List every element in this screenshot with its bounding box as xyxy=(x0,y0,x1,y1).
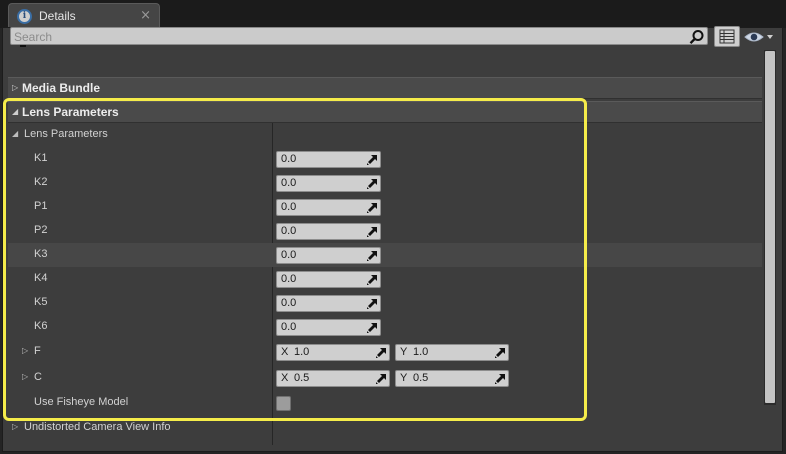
scrollbar[interactable] xyxy=(764,50,776,405)
category-label: Media Bundle xyxy=(22,81,101,95)
collapse-arrow-icon[interactable]: ◢ xyxy=(12,107,18,116)
drag-handle-icon[interactable] xyxy=(367,227,377,237)
drag-handle-icon[interactable] xyxy=(376,348,386,358)
field-value: 1.0 xyxy=(294,346,310,358)
property-row-p1: P1 0.0 xyxy=(8,195,762,219)
property-label: P2 xyxy=(34,224,48,236)
drag-handle-icon[interactable] xyxy=(367,155,377,165)
property-label: K1 xyxy=(34,152,48,164)
search-input[interactable] xyxy=(14,29,684,44)
eye-icon[interactable] xyxy=(744,29,778,45)
tab-bar: i Details × xyxy=(0,0,786,28)
numeric-field-p1[interactable]: 0.0 xyxy=(276,199,381,216)
collapse-arrow-icon[interactable]: ◢ xyxy=(12,129,18,138)
drag-handle-icon[interactable] xyxy=(367,299,377,309)
expand-arrow-icon[interactable]: ▷ xyxy=(12,83,18,92)
property-row-p2: P2 0.0 xyxy=(8,219,762,243)
field-value: 0.5 xyxy=(294,372,310,384)
property-label: F xyxy=(34,345,41,357)
field-value: 0.0 xyxy=(281,273,297,285)
property-label: Use Fisheye Model xyxy=(34,396,129,408)
vector-field-f-x[interactable]: X 1.0 xyxy=(276,344,390,361)
field-value: 0.0 xyxy=(281,249,297,261)
drag-handle-icon[interactable] xyxy=(495,374,505,384)
property-label: P1 xyxy=(34,200,48,212)
property-label: K4 xyxy=(34,272,48,284)
property-row-k1: K1 0.0 xyxy=(8,147,762,171)
property-row-k5: K5 0.0 xyxy=(8,291,762,315)
group-lens-parameters[interactable]: ◢ Lens Parameters xyxy=(8,123,762,147)
axis-label: Y xyxy=(400,346,408,358)
field-value: 0.0 xyxy=(281,201,297,213)
property-matrix-icon xyxy=(719,29,735,44)
search-box[interactable] xyxy=(10,27,708,45)
field-value: 0.0 xyxy=(281,225,297,237)
axis-label: X xyxy=(281,346,289,358)
tab-title: Details xyxy=(39,9,76,23)
group-label: Lens Parameters xyxy=(24,128,108,140)
axis-label: X xyxy=(281,372,289,384)
property-label: C xyxy=(34,371,42,383)
numeric-field-k4[interactable]: 0.0 xyxy=(276,271,381,288)
group-label: Undistorted Camera View Info xyxy=(24,421,171,433)
property-label: K6 xyxy=(34,320,48,332)
scrollbar-thumb[interactable] xyxy=(765,51,775,403)
field-value: 1.0 xyxy=(413,346,429,358)
drag-handle-icon[interactable] xyxy=(367,323,377,333)
category-lens-parameters[interactable]: ◢ Lens Parameters xyxy=(8,101,762,123)
numeric-field-k2[interactable]: 0.0 xyxy=(276,175,381,192)
property-row-f: ▷ F X 1.0 Y 1.0 xyxy=(8,340,762,364)
property-label: K3 xyxy=(34,248,48,260)
category-media-bundle[interactable]: ▷ Media Bundle xyxy=(8,77,762,99)
vector-field-c-x[interactable]: X 0.5 xyxy=(276,370,390,387)
category-label: Lens Parameters xyxy=(22,105,119,119)
property-matrix-button[interactable] xyxy=(714,26,740,47)
numeric-field-p2[interactable]: 0.0 xyxy=(276,223,381,240)
field-value: 0.0 xyxy=(281,177,297,189)
field-value: 0.0 xyxy=(281,321,297,333)
property-list: ◢ Lens Parameters K1 0.0 K2 0.0 P1 0.0 P… xyxy=(8,123,762,445)
property-row-c: ▷ C X 0.5 Y 0.5 xyxy=(8,366,762,390)
property-row-use-fisheye: Use Fisheye Model xyxy=(8,391,762,415)
numeric-field-k5[interactable]: 0.0 xyxy=(276,295,381,312)
drag-handle-icon[interactable] xyxy=(495,348,505,358)
info-icon: i xyxy=(17,9,32,24)
expand-arrow-icon[interactable]: ▷ xyxy=(12,422,18,431)
drag-handle-icon[interactable] xyxy=(367,203,377,213)
expand-arrow-icon[interactable]: ▷ xyxy=(22,346,28,355)
field-value: 0.0 xyxy=(281,297,297,309)
drag-handle-icon[interactable] xyxy=(367,179,377,189)
numeric-field-k1[interactable]: 0.0 xyxy=(276,151,381,168)
property-row-k3: K3 0.0 xyxy=(8,243,762,267)
vector-field-c-y[interactable]: Y 0.5 xyxy=(395,370,509,387)
field-value: 0.0 xyxy=(281,153,297,165)
field-value: 0.5 xyxy=(413,372,429,384)
drag-handle-icon[interactable] xyxy=(376,374,386,384)
search-icon[interactable] xyxy=(689,29,705,45)
vector-field-f-y[interactable]: Y 1.0 xyxy=(395,344,509,361)
expand-arrow-icon[interactable]: ▷ xyxy=(22,372,28,381)
property-label: K2 xyxy=(34,176,48,188)
group-undistorted-camera-view-info[interactable]: ▷ Undistorted Camera View Info xyxy=(8,416,762,440)
drag-handle-icon[interactable] xyxy=(367,251,377,261)
fisheye-checkbox[interactable] xyxy=(276,396,291,411)
property-label: K5 xyxy=(34,296,48,308)
axis-label: Y xyxy=(400,372,408,384)
property-row-k2: K2 0.0 xyxy=(8,171,762,195)
property-row-k6: K6 0.0 xyxy=(8,315,762,339)
numeric-field-k6[interactable]: 0.0 xyxy=(276,319,381,336)
property-row-k4: K4 0.0 xyxy=(8,267,762,291)
close-icon[interactable]: × xyxy=(140,8,151,23)
tab-details[interactable]: i Details × xyxy=(8,3,160,28)
drag-handle-icon[interactable] xyxy=(367,275,377,285)
numeric-field-k3[interactable]: 0.0 xyxy=(276,247,381,264)
